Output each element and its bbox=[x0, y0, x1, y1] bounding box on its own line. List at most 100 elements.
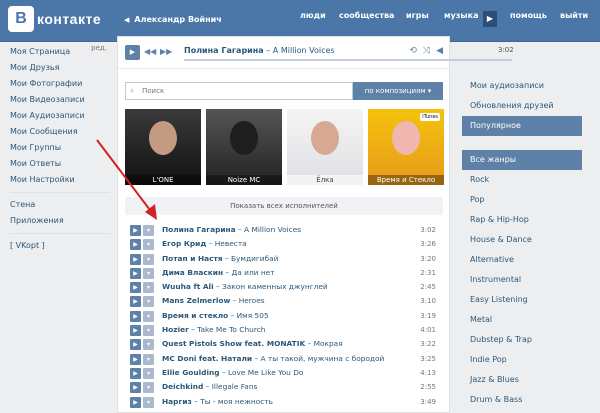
show-all-artists-button[interactable]: Показать всех исполнителей bbox=[125, 197, 443, 215]
chevron-down-icon[interactable]: ▾ bbox=[143, 310, 154, 322]
track-title[interactable]: Да или нет bbox=[231, 268, 274, 277]
track-play-button[interactable]: ▶ bbox=[130, 225, 141, 236]
track-title[interactable]: Heroes bbox=[239, 296, 265, 305]
track-artist[interactable]: MC Doni feat. Натали bbox=[162, 354, 252, 363]
track-row[interactable]: ▶ ▾ Hozier – Take Me To Church 4:01 bbox=[130, 323, 440, 337]
genre-item[interactable]: Alternative bbox=[462, 250, 582, 270]
track-play-button[interactable]: ▶ bbox=[130, 253, 141, 265]
left-menu-item-vkopt[interactable]: [ VKopt ] bbox=[10, 238, 110, 254]
genre-item[interactable]: Все жанры bbox=[462, 150, 582, 170]
track-artist[interactable]: Wuuha ft Ali bbox=[162, 282, 214, 291]
previous-track-icon[interactable]: ◀◀ bbox=[144, 47, 156, 56]
track-play-button[interactable]: ▶ bbox=[130, 267, 141, 279]
left-menu-item-videos[interactable]: Мои Видеозаписи bbox=[10, 92, 110, 108]
vk-logo[interactable]: В контакте bbox=[8, 6, 101, 32]
genre-item[interactable]: Metal bbox=[462, 310, 582, 330]
track-row[interactable]: ▶ ▾ Deichkind – Illegale Fans 2:55 bbox=[130, 380, 440, 394]
nav-communities-link[interactable]: сообщества bbox=[339, 11, 394, 20]
track-title[interactable]: Ты - моя нежность bbox=[200, 397, 273, 406]
search-input[interactable] bbox=[142, 85, 342, 97]
track-artist[interactable]: Ellie Goulding bbox=[162, 368, 220, 377]
track-artist[interactable]: Наргиз bbox=[162, 397, 192, 406]
chevron-down-icon[interactable]: ▾ bbox=[143, 353, 154, 365]
genre-item[interactable]: Drum & Bass bbox=[462, 390, 582, 410]
track-artist[interactable]: Hozier bbox=[162, 325, 189, 334]
track-play-button[interactable]: ▶ bbox=[130, 296, 141, 308]
track-artist[interactable]: Deichkind bbox=[162, 382, 203, 391]
genre-item[interactable]: Rock bbox=[462, 170, 582, 190]
left-menu-item-audio[interactable]: Мои Аудиозаписи bbox=[10, 108, 110, 124]
left-menu-item-answers[interactable]: Мои Ответы bbox=[10, 156, 110, 172]
track-play-button[interactable]: ▶ bbox=[130, 353, 141, 365]
chevron-down-icon[interactable]: ▾ bbox=[143, 267, 154, 279]
left-menu-item-settings[interactable]: Мои Настройки bbox=[10, 172, 110, 188]
track-row[interactable]: ▶ ▾ Mans Zelmerlow – Heroes 3:10 bbox=[130, 294, 440, 308]
left-menu-item-apps[interactable]: Приложения bbox=[10, 213, 110, 229]
back-to-user-link[interactable]: ◀ Александр Войнич bbox=[124, 15, 222, 24]
track-title[interactable]: Take Me To Church bbox=[197, 325, 265, 334]
nav-games-link[interactable]: игры bbox=[406, 11, 429, 20]
track-title[interactable]: Закон каменных джунглей bbox=[222, 282, 328, 291]
chevron-down-icon[interactable]: ▾ bbox=[143, 396, 154, 408]
left-menu-item-friends[interactable]: Мои Друзья bbox=[10, 60, 110, 76]
right-menu-popular[interactable]: Популярное bbox=[462, 116, 582, 136]
track-play-button[interactable]: ▶ bbox=[130, 367, 141, 379]
next-track-icon[interactable]: ▶▶ bbox=[160, 47, 172, 56]
track-title[interactable]: Имя 505 bbox=[237, 311, 269, 320]
track-title[interactable]: Бумдигибай bbox=[231, 254, 279, 263]
play-icon[interactable]: ▶ bbox=[483, 11, 497, 27]
genre-item[interactable]: House & Dance bbox=[462, 230, 582, 250]
genre-item[interactable]: Indie Pop bbox=[462, 350, 582, 370]
track-row[interactable]: ▶ ▾ Наргиз – Ты - моя нежность 3:49 bbox=[130, 395, 440, 409]
track-row[interactable]: ▶ ▾ Quest Pistols Show feat. MONATIK – Мок… bbox=[130, 337, 440, 351]
genre-item[interactable]: Instrumental bbox=[462, 270, 582, 290]
left-menu-item-groups[interactable]: Мои Группы bbox=[10, 140, 110, 156]
chevron-down-icon[interactable]: ▾ bbox=[143, 253, 154, 265]
track-artist[interactable]: Дима Власкин bbox=[162, 268, 223, 277]
artist-card[interactable]: iTunes Время и Стекло bbox=[368, 109, 444, 185]
right-menu-my-audio[interactable]: Мои аудиозаписи bbox=[462, 76, 582, 96]
track-artist[interactable]: Потап и Настя bbox=[162, 254, 223, 263]
track-play-button[interactable]: ▶ bbox=[130, 339, 141, 351]
left-menu-item-wall[interactable]: Стена bbox=[10, 197, 110, 213]
nav-music-link[interactable]: музыка bbox=[444, 11, 478, 20]
track-title[interactable]: A Million Voices bbox=[244, 225, 301, 234]
track-row[interactable]: ▶ ▾ Потап и Настя – Бумдигибай 3:20 bbox=[130, 252, 440, 266]
track-title[interactable]: Невеста bbox=[215, 239, 247, 248]
chevron-down-icon[interactable]: ▾ bbox=[143, 382, 154, 394]
repeat-icon[interactable]: ⟲ bbox=[409, 46, 417, 56]
genre-item[interactable]: Jazz & Blues bbox=[462, 370, 582, 390]
track-row[interactable]: ▶ ▾ Время и стекло – Имя 505 3:19 bbox=[130, 309, 440, 323]
genre-item[interactable]: Pop bbox=[462, 190, 582, 210]
track-row[interactable]: ▶ ▾ Ellie Goulding – Love Me Like You Do 4:… bbox=[130, 366, 440, 380]
player-play-button[interactable]: ▶ bbox=[125, 45, 140, 60]
track-play-button[interactable]: ▶ bbox=[130, 282, 141, 294]
broadcast-icon[interactable]: ◀ bbox=[436, 46, 443, 56]
track-artist[interactable]: Полина Гагарина bbox=[162, 225, 236, 234]
right-menu-friends-updates[interactable]: Обновления друзей bbox=[462, 96, 582, 116]
nav-help-link[interactable]: помощь bbox=[510, 11, 547, 20]
track-row[interactable]: ▶ ▾ Полина Гагарина – A Million Voices 3:02 bbox=[130, 223, 440, 237]
artist-card[interactable]: L'ONE bbox=[125, 109, 201, 185]
track-play-button[interactable]: ▶ bbox=[130, 310, 141, 322]
track-artist[interactable]: Quest Pistols Show feat. MONATIK bbox=[162, 339, 305, 348]
track-row[interactable]: ▶ ▾ MC Doni feat. Натали – А ты такой, муж… bbox=[130, 352, 440, 366]
genre-item[interactable]: Easy Listening bbox=[462, 290, 582, 310]
track-artist[interactable]: Mans Zelmerlow bbox=[162, 296, 230, 305]
track-row[interactable]: ▶ ▾ Егор Крид – Невеста 3:26 bbox=[130, 237, 440, 251]
chevron-down-icon[interactable]: ▾ bbox=[143, 282, 154, 294]
track-play-button[interactable]: ▶ bbox=[130, 325, 141, 337]
nav-logout-link[interactable]: выйти bbox=[560, 11, 588, 20]
track-title[interactable]: Love Me Like You Do bbox=[228, 368, 303, 377]
track-play-button[interactable]: ▶ bbox=[130, 239, 141, 251]
chevron-down-icon[interactable]: ▾ bbox=[143, 225, 154, 236]
artist-card[interactable]: Noize MC bbox=[206, 109, 282, 185]
track-artist[interactable]: Егор Крид bbox=[162, 239, 206, 248]
nav-people-link[interactable]: люди bbox=[300, 11, 326, 20]
chevron-down-icon[interactable]: ▾ bbox=[143, 325, 154, 337]
track-play-button[interactable]: ▶ bbox=[130, 382, 141, 394]
track-artist[interactable]: Время и стекло bbox=[162, 311, 228, 320]
track-row[interactable]: ▶ ▾ Wuuha ft Ali – Закон каменных джунглей… bbox=[130, 280, 440, 294]
left-menu-item-photos[interactable]: Мои Фотографии bbox=[10, 76, 110, 92]
search-filter-dropdown[interactable]: по композициям ▾ bbox=[353, 82, 443, 100]
